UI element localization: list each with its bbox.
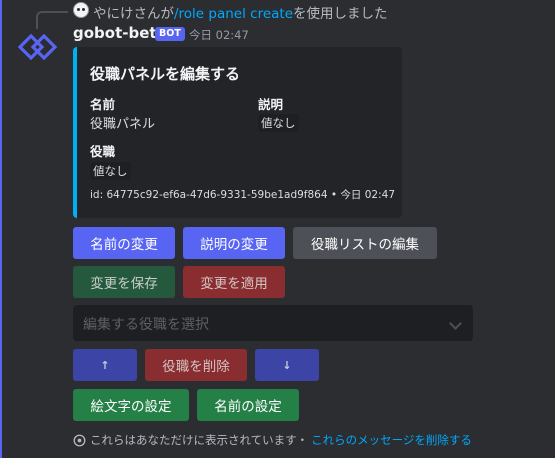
change-name-button[interactable]: 名前の変更: [73, 227, 175, 259]
change-description-button[interactable]: 説明の変更: [183, 227, 285, 259]
edit-role-list-button[interactable]: 役職リストの編集: [293, 227, 437, 259]
gobot-logo-icon: [17, 33, 58, 61]
field-name-label: 名前: [90, 97, 116, 112]
ephemeral-notice: これらはあなただけに表示されています・ これらのメッセージを削除する: [73, 432, 472, 448]
role-select-placeholder: 編集する役職を選択: [83, 317, 209, 333]
reply-suffix: を使用しました: [293, 6, 388, 22]
delete-role-button[interactable]: 役職を削除: [145, 349, 247, 381]
bot-avatar[interactable]: [16, 26, 58, 68]
username[interactable]: gobot-beta: [73, 24, 167, 42]
field-roles-label: 役職: [90, 144, 116, 159]
field-roles-value: 値なし: [90, 162, 131, 180]
reply-command[interactable]: /role panel create: [174, 6, 293, 22]
message-timestamp[interactable]: 今日 02:47: [189, 27, 249, 43]
move-up-button[interactable]: ↑: [73, 349, 137, 381]
eye-icon: [73, 434, 86, 446]
reply-avatar[interactable]: [73, 2, 89, 18]
embed-title: 役職パネルを編集する: [90, 65, 241, 83]
name-settings-button[interactable]: 名前の設定: [197, 389, 299, 421]
move-down-button[interactable]: ↓: [255, 349, 319, 381]
role-select-dropdown[interactable]: 編集する役職を選択: [73, 305, 473, 341]
dismiss-messages-link[interactable]: これらのメッセージを削除する: [311, 432, 472, 448]
apply-changes-button[interactable]: 変更を適用: [183, 266, 285, 298]
field-desc-label: 説明: [258, 97, 284, 112]
highlight-bar: [0, 0, 2, 458]
chevron-down-icon: [449, 317, 462, 330]
embed-card: 役職パネルを編集する 名前 役職パネル 説明 値なし 役職 値なし id: 64…: [73, 47, 402, 218]
reply-user[interactable]: やにけさんが: [93, 6, 174, 22]
reply-context[interactable]: やにけさんが/role panel createを使用しました: [93, 2, 388, 22]
field-name-value: 役職パネル: [90, 117, 156, 132]
embed-footer: id: 64775c92-ef6a-47d6-9331-59be1ad9f864…: [90, 189, 395, 201]
save-changes-button[interactable]: 変更を保存: [73, 266, 175, 298]
field-desc-value: 値なし: [258, 114, 299, 132]
bot-badge: BOT: [155, 27, 185, 41]
ephemeral-notice-text: これらはあなただけに表示されています・: [90, 433, 309, 447]
emoji-settings-button[interactable]: 絵文字の設定: [73, 389, 189, 421]
arrow-up-icon: ↑: [100, 358, 110, 372]
arrow-down-icon: ↓: [282, 358, 292, 372]
